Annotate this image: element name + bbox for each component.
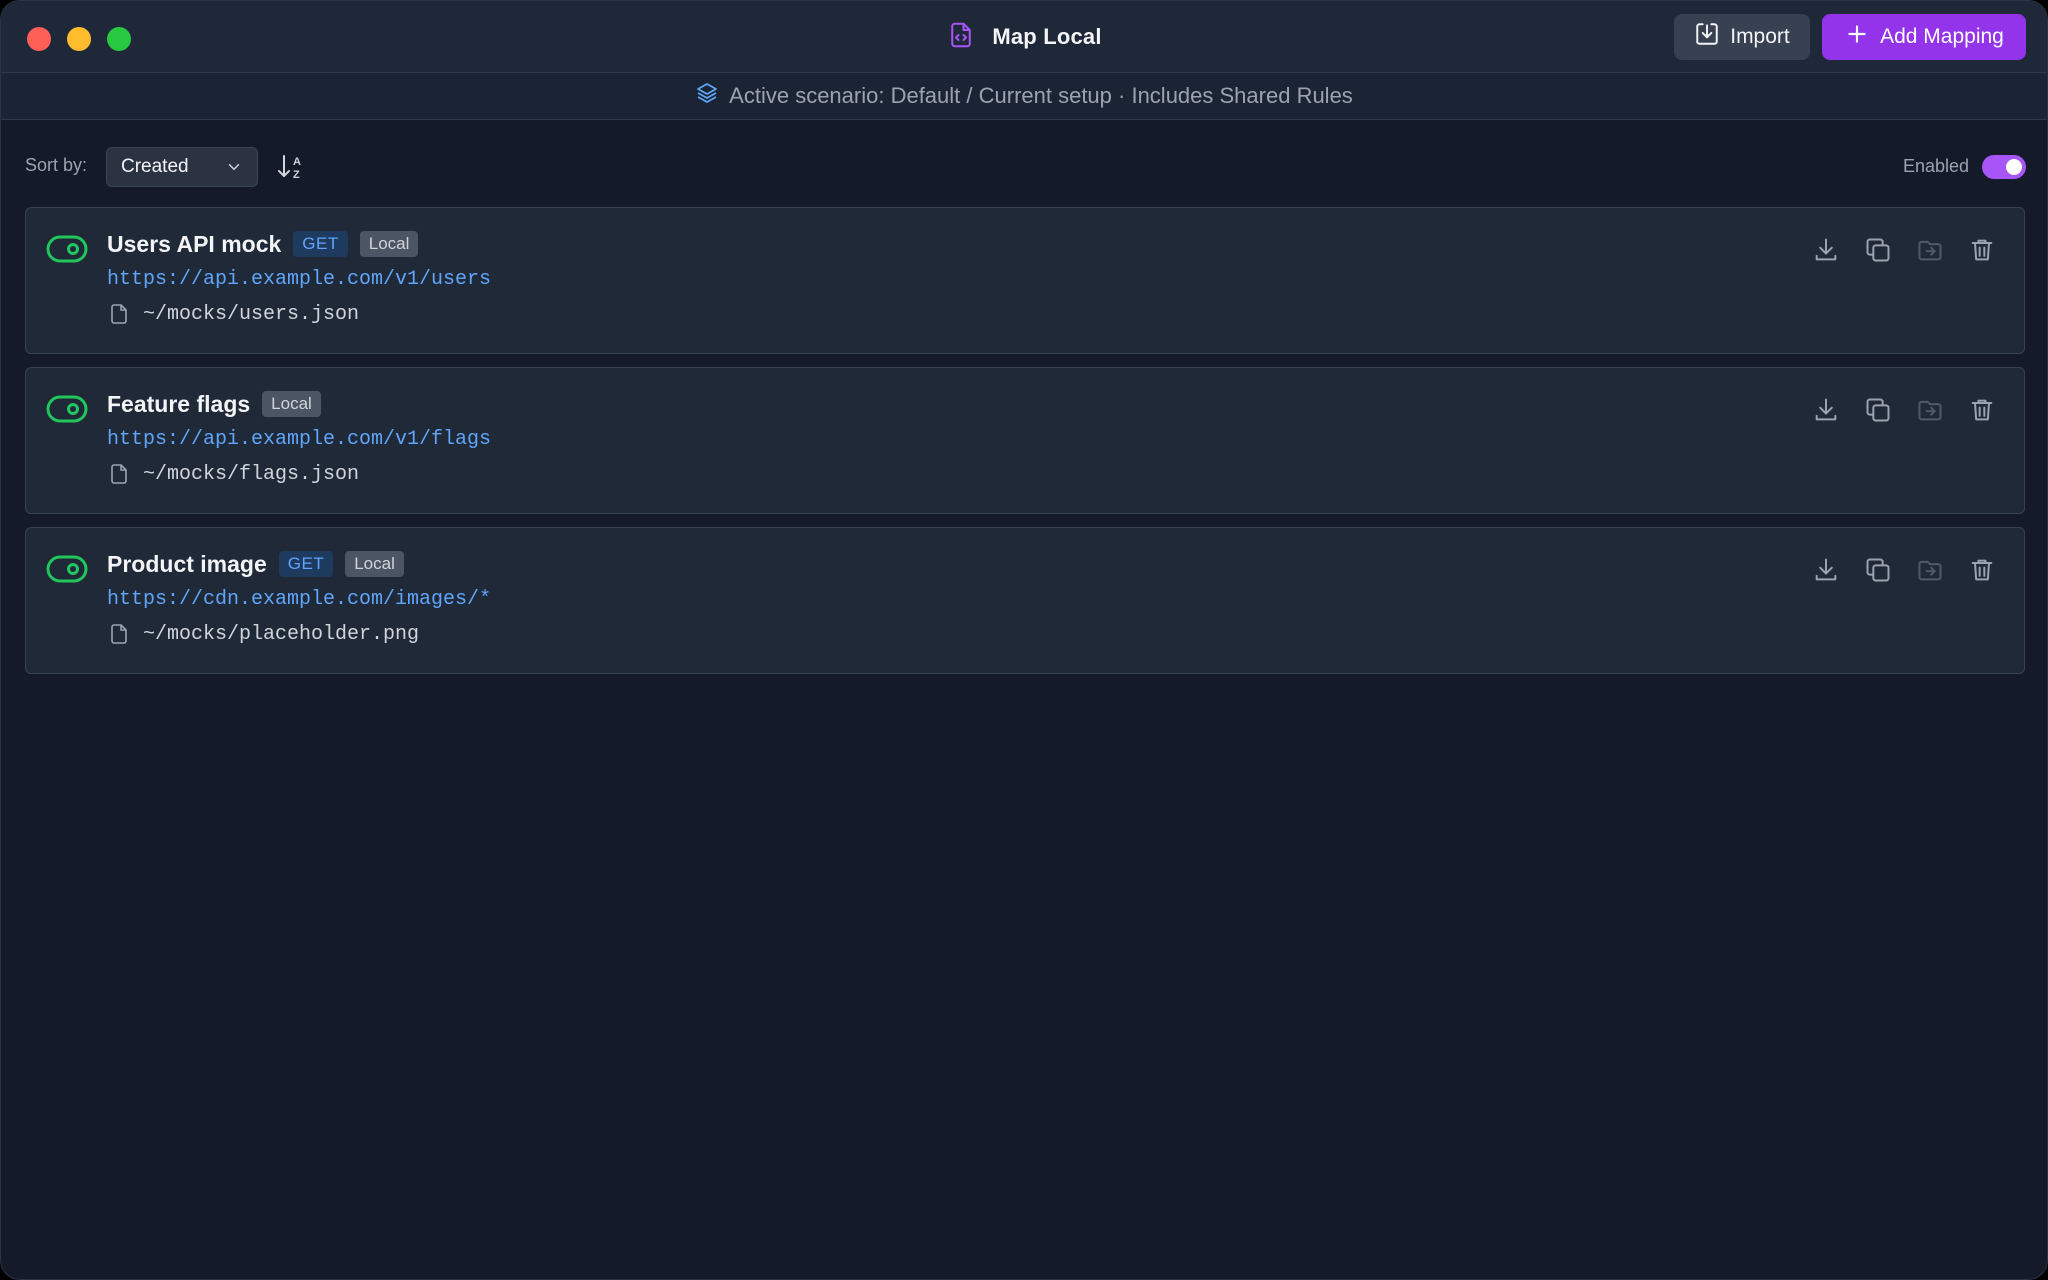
layers-icon	[695, 81, 719, 111]
file-icon	[111, 304, 127, 324]
mapping-url[interactable]: https://api.example.com/v1/users	[107, 268, 491, 291]
file-code-icon	[946, 20, 976, 55]
trash-icon[interactable]	[1968, 556, 1996, 584]
sort-select[interactable]: Created	[106, 147, 258, 187]
title-bar: Map Local Import Add Mapping	[1, 1, 2047, 73]
import-button[interactable]: Import	[1674, 14, 1810, 60]
mapping-card[interactable]: Product image GET Local https://cdn.exam…	[25, 527, 2025, 674]
import-label: Import	[1730, 25, 1790, 48]
toggle-knob	[2006, 159, 2022, 175]
sort-ascending-icon[interactable]: A Z	[276, 151, 308, 183]
method-badge: GET	[293, 231, 348, 257]
toggle-on-icon[interactable]	[46, 394, 88, 424]
download-icon[interactable]	[1812, 396, 1840, 424]
move-to-folder-icon[interactable]	[1916, 236, 1944, 264]
plus-icon	[1844, 21, 1870, 53]
mapping-title: Product image	[107, 550, 267, 577]
sort-label: Sort by:	[25, 155, 88, 175]
trash-icon[interactable]	[1968, 396, 1996, 424]
minimize-window-button[interactable]	[67, 27, 91, 51]
duplicate-icon[interactable]	[1864, 396, 1892, 424]
mapping-url[interactable]: https://cdn.example.com/images/*	[107, 588, 491, 611]
mapping-url[interactable]: https://api.example.com/v1/flags	[107, 428, 491, 451]
move-to-folder-icon[interactable]	[1916, 556, 1944, 584]
svg-text:Z: Z	[293, 169, 300, 181]
duplicate-icon[interactable]	[1864, 236, 1892, 264]
move-to-folder-icon[interactable]	[1916, 396, 1944, 424]
scope-badge: Local	[262, 391, 321, 417]
scope-badge: Local	[345, 551, 404, 577]
add-mapping-button[interactable]: Add Mapping	[1822, 14, 2026, 60]
mapping-local-path: ~/mocks/flags.json	[143, 462, 360, 486]
close-window-button[interactable]	[27, 27, 51, 51]
enabled-label: Enabled	[1903, 156, 1970, 176]
file-icon	[111, 624, 127, 644]
mapping-card[interactable]: Feature flags Local https://api.example.…	[25, 367, 2025, 514]
trash-icon[interactable]	[1968, 236, 1996, 264]
chevron-down-icon	[228, 164, 240, 170]
import-icon	[1694, 21, 1720, 53]
mapping-local-path: ~/mocks/placeholder.png	[143, 622, 420, 646]
duplicate-icon[interactable]	[1864, 556, 1892, 584]
scope-badge: Local	[359, 231, 419, 257]
svg-text:A: A	[293, 156, 301, 168]
method-badge: GET	[278, 551, 334, 577]
sort-select-value: Created	[121, 156, 189, 177]
mapping-card[interactable]: Users API mock GET Local https://api.exa…	[25, 207, 2025, 354]
window-title: Map Local	[992, 24, 1102, 49]
download-icon[interactable]	[1812, 556, 1840, 584]
mapping-title: Feature flags	[107, 390, 251, 417]
mapping-title: Users API mock	[107, 230, 282, 257]
app-window: Map Local Import Add Mapping Active scen…	[0, 0, 2048, 1280]
toggle-on-icon[interactable]	[46, 554, 88, 584]
scenario-text: Active scenario: Default / Current setup…	[729, 83, 1353, 108]
download-icon[interactable]	[1812, 236, 1840, 264]
file-icon	[111, 464, 127, 484]
enabled-toggle[interactable]	[1982, 155, 2026, 179]
add-mapping-label: Add Mapping	[1880, 25, 2004, 48]
toggle-on-icon[interactable]	[46, 234, 88, 264]
maximize-window-button[interactable]	[107, 27, 131, 51]
scenario-bar: Active scenario: Default / Current setup…	[1, 73, 2047, 120]
mapping-local-path: ~/mocks/users.json	[143, 302, 360, 326]
